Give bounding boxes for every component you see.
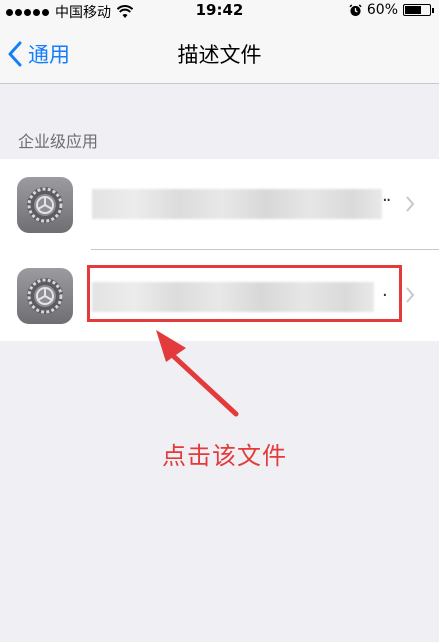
navigation-bar: 通用 描述文件 (0, 22, 439, 84)
status-bar: 中国移动 19:42 60% (0, 0, 439, 22)
chevron-right-icon (406, 196, 415, 212)
redacted-profile-name (92, 189, 382, 219)
settings-gear-icon (17, 177, 73, 233)
page-title: 描述文件 (177, 43, 262, 67)
battery-percent: 60% (366, 2, 398, 18)
annotation-text: 点击该文件 (162, 442, 287, 470)
settings-gear-icon (17, 268, 73, 324)
list-item[interactable]: .. (0, 159, 439, 250)
status-bar-right: 60% (349, 2, 434, 18)
chevron-right-icon (406, 287, 415, 303)
section-header: 企业级应用 (18, 132, 99, 151)
annotation-highlight-box (87, 265, 402, 322)
alarm-clock-icon (349, 3, 362, 16)
label-ellipsis: .. (382, 185, 392, 206)
battery-icon (403, 4, 434, 16)
